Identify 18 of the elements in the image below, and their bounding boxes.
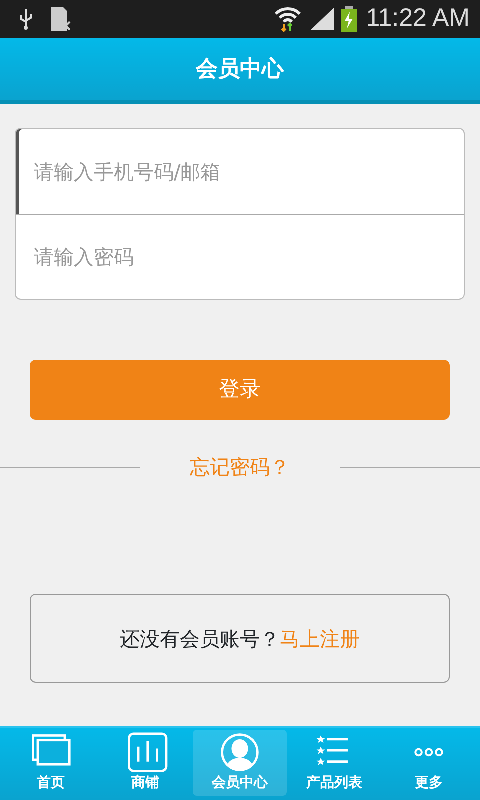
usb-icon <box>18 7 34 31</box>
forgot-password-link[interactable]: 忘记密码？ <box>190 452 290 482</box>
register-link[interactable]: 马上注册 <box>280 624 360 654</box>
nav-tab[interactable]: 商铺 <box>98 730 193 796</box>
nav-tab[interactable]: 首页 <box>4 730 98 796</box>
wifi-icon <box>274 6 302 32</box>
nav-tab[interactable]: 更多 <box>382 730 476 796</box>
nav-tab[interactable]: 会员中心 <box>192 730 288 796</box>
page-title: 会员中心 <box>196 56 284 84</box>
register-prompt-text: 还没有会员账号？ <box>120 626 280 652</box>
sim-card-icon <box>50 6 72 32</box>
password-field[interactable]: 请输入密码 <box>15 214 465 300</box>
nav-tab[interactable]: 产品列表 <box>287 730 382 796</box>
account-field[interactable]: 请输入手机号码/邮箱 <box>15 128 465 214</box>
clock-time: 11:22 AM <box>366 3 470 34</box>
battery-icon <box>340 6 358 32</box>
login-button[interactable]: 登录 <box>30 360 450 420</box>
signal-icon <box>310 7 336 31</box>
